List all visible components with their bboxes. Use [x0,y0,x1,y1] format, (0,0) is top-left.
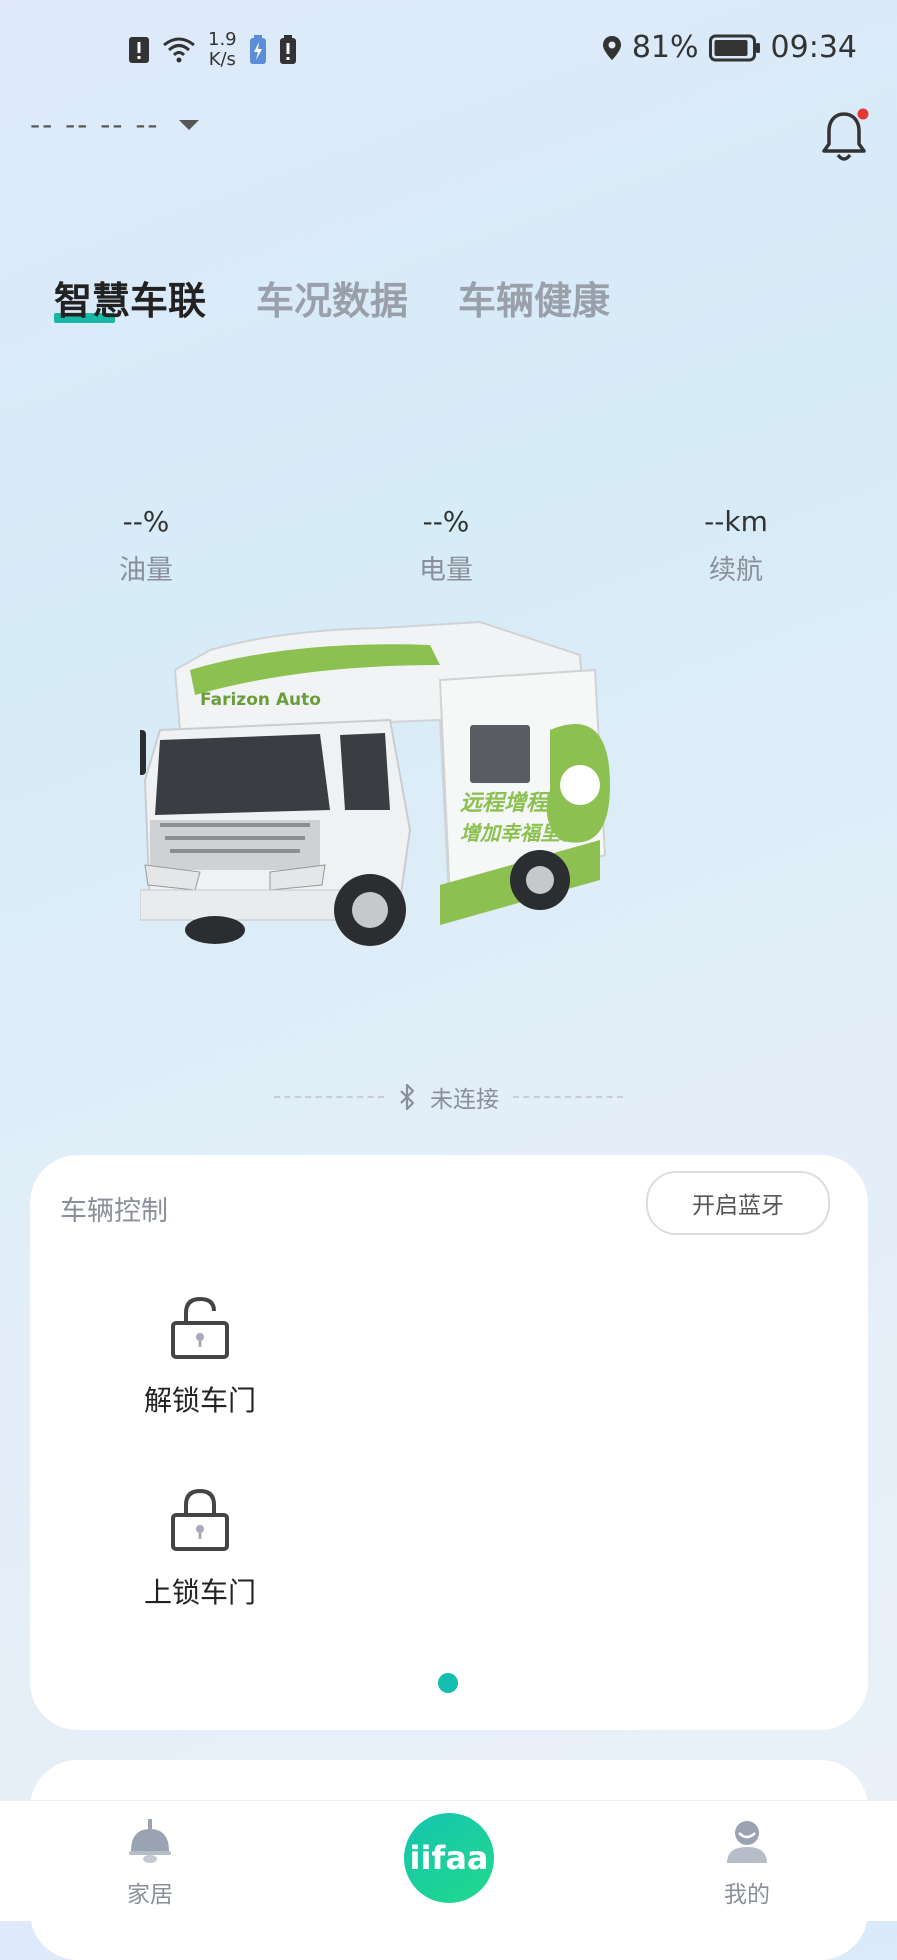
location-icon [602,35,621,60]
tab-vehicle-data[interactable]: 车况数据 [256,270,408,325]
bluetooth-status: 未连接 [0,1080,897,1114]
tab-vehicle-health[interactable]: 车辆健康 [458,270,610,325]
tab-smart-connect[interactable]: 智慧车联 [54,270,206,325]
bluetooth-status-text: 未连接 [430,1087,499,1113]
divider-left [274,1096,384,1098]
bottom-nav: 家居 iifaa 我的 [0,1800,897,1921]
battery-stat: --% 电量 [386,505,506,587]
page-indicator-dot [438,1673,458,1693]
chevron-down-icon [178,119,199,130]
network-speed: 1.9 K/s [208,30,237,70]
vehicle-side-text-1: 远程增程 [460,790,551,816]
bell-icon [822,108,869,161]
lock-door-label: 上锁车门 [143,1576,256,1609]
battery-icon [708,34,760,61]
account-selector[interactable]: -- -- -- -- [30,108,200,141]
range-stat: --km 续航 [676,505,796,587]
lock-icon [171,1488,229,1551]
speed-unit: K/s [208,49,236,70]
nav-mine-label: 我的 [724,1882,770,1908]
enable-bluetooth-button[interactable]: 开启蓝牙 [646,1171,830,1235]
profile-icon [727,1821,767,1863]
notification-button[interactable] [819,108,869,164]
center-button-label: iifaa [409,1839,489,1877]
unlock-door-control[interactable]: 解锁车门 [120,1295,280,1419]
vehicle-side-text-2: 增加幸福里程 [460,821,583,845]
battery-label: 电量 [419,555,473,586]
fuel-stat: --% 油量 [86,505,206,587]
vehicle-control-card: 车辆控制 开启蓝牙 解锁车门 上锁车门 [30,1155,868,1730]
tab-bar: 智慧车联 车况数据 车辆健康 [54,270,610,325]
notification-dot [857,108,869,120]
speed-value: 1.9 [208,29,237,50]
vehicle-brand-text: Farizon Auto [200,690,321,710]
range-value: --km [704,505,768,538]
nav-home-label: 家居 [127,1882,173,1908]
charging-battery-icon [249,35,266,64]
status-right: 81% 09:34 [602,30,857,65]
vehicle-image: Farizon Auto 远程增程 增加幸福里程 [140,620,610,946]
nav-center-button[interactable]: iifaa [404,1813,494,1903]
home-lamp-icon [129,1819,171,1863]
unlock-door-label: 解锁车门 [143,1384,256,1417]
range-label: 续航 [709,555,763,586]
alert-icon [129,37,149,63]
clock: 09:34 [770,30,857,65]
wifi-icon [163,37,195,63]
divider-right [513,1096,623,1098]
status-left: 1.9 K/s [128,30,297,70]
vehicle-control-title: 车辆控制 [60,1196,168,1227]
nav-mine[interactable]: 我的 [697,1817,797,1909]
lock-door-control[interactable]: 上锁车门 [120,1487,280,1611]
fuel-value: --% [122,505,170,538]
battery-value: --% [422,505,470,538]
battery-percent: 81% [631,30,699,65]
status-bar: 1.9 K/s 81% 09:34 [0,0,897,104]
account-name: -- -- -- -- [30,108,160,141]
unlock-icon [171,1296,229,1359]
battery-alert-icon [279,35,296,64]
nav-home[interactable]: 家居 [100,1817,200,1909]
fuel-label: 油量 [119,555,173,586]
bluetooth-icon [400,1083,415,1111]
